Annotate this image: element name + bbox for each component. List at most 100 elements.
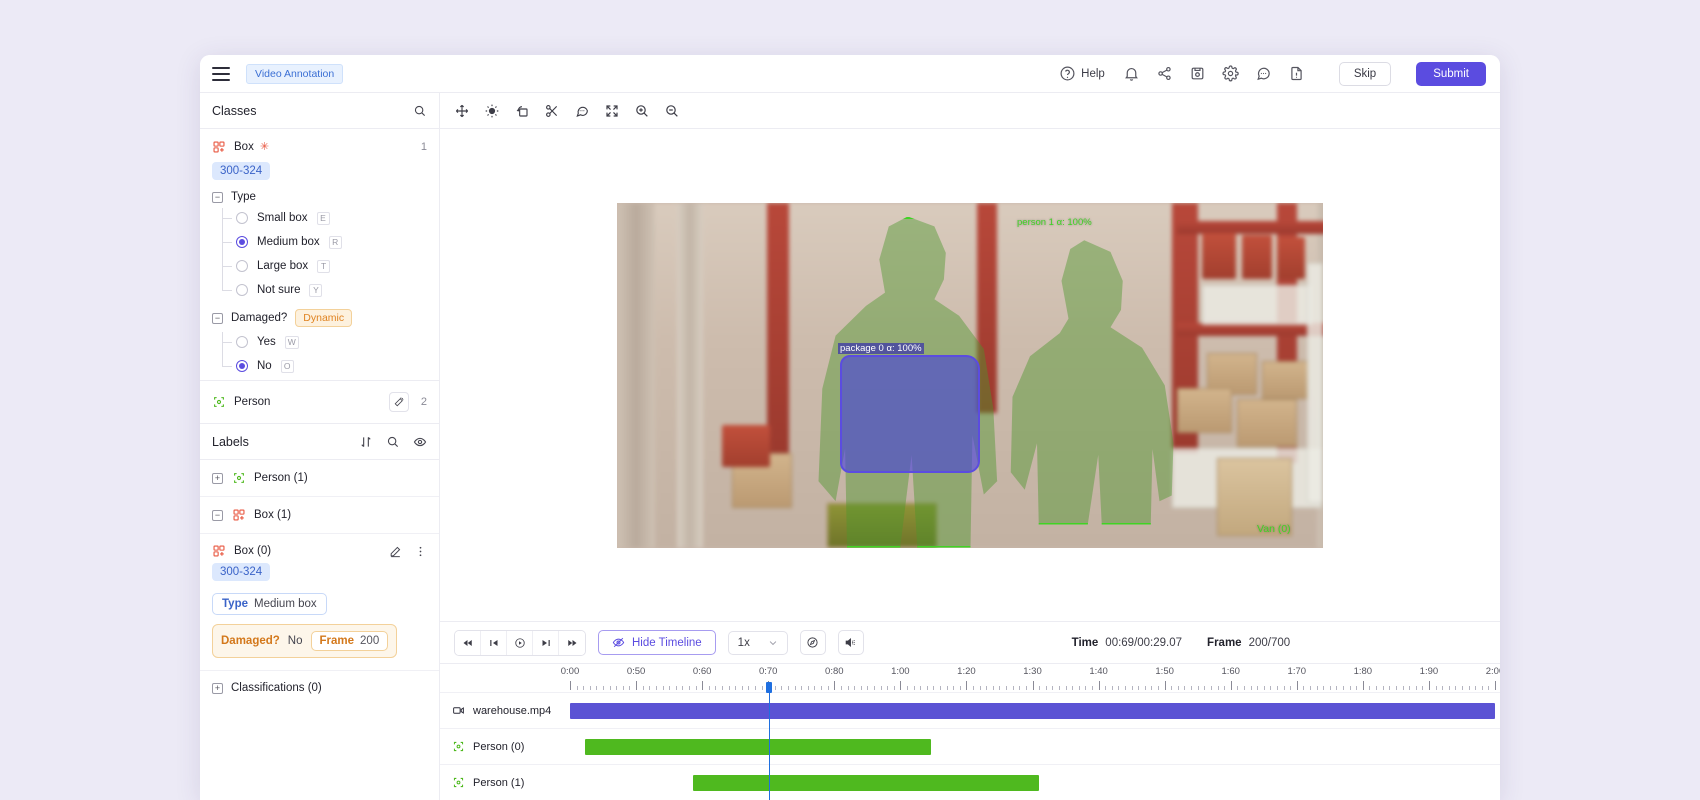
timeline-ruler[interactable]: 0:00 0:50 0:60 0:70 0:80 1:00 1:20 1:30 1:40 1:50… xyxy=(561,664,1500,693)
volume-icon[interactable] xyxy=(837,630,864,655)
radio-button[interactable] xyxy=(236,336,248,348)
brightness-icon[interactable] xyxy=(484,103,500,119)
classifications-row[interactable]: + Classifications (0) xyxy=(200,671,439,705)
timeline-tick-minor xyxy=(1184,686,1186,690)
comment-icon[interactable] xyxy=(1255,65,1272,82)
share-icon[interactable] xyxy=(1156,65,1173,82)
timeline-tick-minor xyxy=(1369,686,1371,690)
annotation-label-package-0: package 0 α: 100% xyxy=(838,342,924,354)
collapse-toggle[interactable]: − xyxy=(212,191,223,203)
playback-speed-select[interactable]: 1x xyxy=(727,630,788,655)
more-vertical-icon[interactable] xyxy=(414,545,427,558)
timeline-track[interactable] xyxy=(570,765,1495,800)
timeline-segment[interactable] xyxy=(584,738,931,755)
label-id-chip[interactable]: 300-324 xyxy=(212,563,271,581)
dynamic-attribute-key: Damaged? xyxy=(221,635,280,647)
timeline-tick-minor xyxy=(1303,686,1305,690)
expand-toggle[interactable]: + xyxy=(212,682,223,694)
step-back-icon[interactable] xyxy=(481,630,507,655)
option-label: Small box xyxy=(257,212,308,224)
class-person-row[interactable]: Person 2 xyxy=(200,381,439,424)
skip-back-icon[interactable] xyxy=(455,630,481,655)
step-forward-icon[interactable] xyxy=(533,630,559,655)
hide-timeline-button[interactable]: Hide Timeline xyxy=(598,630,716,655)
timeline-tick-minor xyxy=(1144,686,1146,690)
play-icon[interactable] xyxy=(507,630,533,655)
app-body: Classes Box ✳ 1 300-324 − Type Small box… xyxy=(200,93,1500,800)
collapse-toggle[interactable]: − xyxy=(212,509,223,521)
timeline-tick-minor xyxy=(642,686,644,690)
expand-toggle[interactable]: + xyxy=(212,472,223,484)
frame-chip[interactable]: Frame 200 xyxy=(310,631,389,651)
save-disk-icon[interactable] xyxy=(1189,65,1206,82)
help-button[interactable]: Help xyxy=(1059,65,1105,82)
timeline-tick-minor xyxy=(893,686,895,690)
timeline-tick-minor xyxy=(827,686,829,690)
submit-button[interactable]: Submit xyxy=(1416,61,1486,86)
timeline-tick-minor xyxy=(1224,686,1226,690)
class-box-id-chip[interactable]: 300-324 xyxy=(212,162,271,180)
class-box-row[interactable]: Box ✳ 1 xyxy=(200,137,439,157)
radio-button[interactable] xyxy=(236,212,248,224)
skip-button[interactable]: Skip xyxy=(1338,61,1392,86)
search-icon[interactable] xyxy=(413,104,427,118)
timeline-tick-minor xyxy=(1237,686,1239,690)
sort-icon[interactable] xyxy=(359,435,373,449)
fullscreen-icon[interactable] xyxy=(604,103,620,119)
radio-button[interactable] xyxy=(236,284,248,296)
list-item[interactable]: + Person (1) xyxy=(200,460,439,497)
pencil-icon[interactable] xyxy=(389,545,402,558)
radio-button[interactable] xyxy=(236,236,248,248)
video-canvas[interactable]: person 1 α: 100% package 0 α: 100% Van (… xyxy=(617,202,1323,548)
project-tag[interactable]: Video Annotation xyxy=(246,63,344,84)
timeline-track[interactable] xyxy=(570,693,1495,728)
move-tool-icon[interactable] xyxy=(454,103,470,119)
timeline-tick-major xyxy=(570,681,571,690)
timeline-tick-minor xyxy=(1125,686,1126,690)
issue-file-icon[interactable] xyxy=(1288,65,1305,82)
collapse-toggle[interactable]: − xyxy=(212,312,223,324)
crop-rotate-icon[interactable] xyxy=(514,103,530,119)
timeline-tick-minor xyxy=(1039,686,1041,690)
radio-option-large-box[interactable]: Large box T xyxy=(222,254,439,278)
eye-icon[interactable] xyxy=(413,435,427,449)
group-title: Damaged? xyxy=(231,312,288,324)
radio-option-not-sure[interactable]: Not sure Y xyxy=(222,278,439,302)
list-item[interactable]: − Box (1) xyxy=(200,497,439,534)
timeline-tick-minor xyxy=(1078,686,1080,690)
timeline-row[interactable]: warehouse.mp4 xyxy=(440,692,1500,728)
timeline-tick-minor xyxy=(1395,686,1397,690)
radio-option-medium-box[interactable]: Medium box R xyxy=(222,230,439,254)
skip-forward-icon[interactable] xyxy=(559,630,585,655)
hamburger-menu-icon[interactable] xyxy=(212,66,230,81)
radio-button[interactable] xyxy=(236,260,248,272)
bell-icon[interactable] xyxy=(1123,65,1140,82)
timeline-tick-minor xyxy=(1131,686,1133,690)
timeline-tick-minor xyxy=(992,686,994,690)
timeline-tick-minor xyxy=(926,686,928,690)
timeline-row[interactable]: Person (1) xyxy=(440,764,1500,800)
dynamic-attribute-chip[interactable]: Damaged? No Frame 200 xyxy=(212,624,398,658)
timeline-row-header: warehouse.mp4 xyxy=(440,704,570,717)
timeline-track[interactable] xyxy=(570,729,1495,764)
zoom-in-icon[interactable] xyxy=(634,103,650,119)
timeline-segment[interactable] xyxy=(570,702,1495,719)
radio-button[interactable] xyxy=(236,360,248,372)
search-icon[interactable] xyxy=(386,435,400,449)
timeline-tick-minor xyxy=(755,686,756,690)
radio-option-yes[interactable]: Yes W xyxy=(222,330,439,354)
comment-icon[interactable] xyxy=(574,103,590,119)
scissors-cut-icon[interactable] xyxy=(544,103,560,119)
option-label: No xyxy=(257,360,272,372)
gear-icon[interactable] xyxy=(1222,65,1239,82)
timeline-row[interactable]: Person (0) xyxy=(440,728,1500,764)
magic-wand-icon[interactable] xyxy=(388,392,409,412)
zoom-out-icon[interactable] xyxy=(664,103,680,119)
radio-option-small-box[interactable]: Small box E xyxy=(222,206,439,230)
annotation-mask-package-0[interactable] xyxy=(840,354,980,473)
radio-option-no[interactable]: No O xyxy=(222,354,439,378)
timeline-tick-minor xyxy=(986,686,988,690)
attribute-chip-type[interactable]: Type Medium box xyxy=(212,593,327,615)
timeline-segment[interactable] xyxy=(693,774,1039,791)
compass-icon[interactable] xyxy=(799,630,826,655)
